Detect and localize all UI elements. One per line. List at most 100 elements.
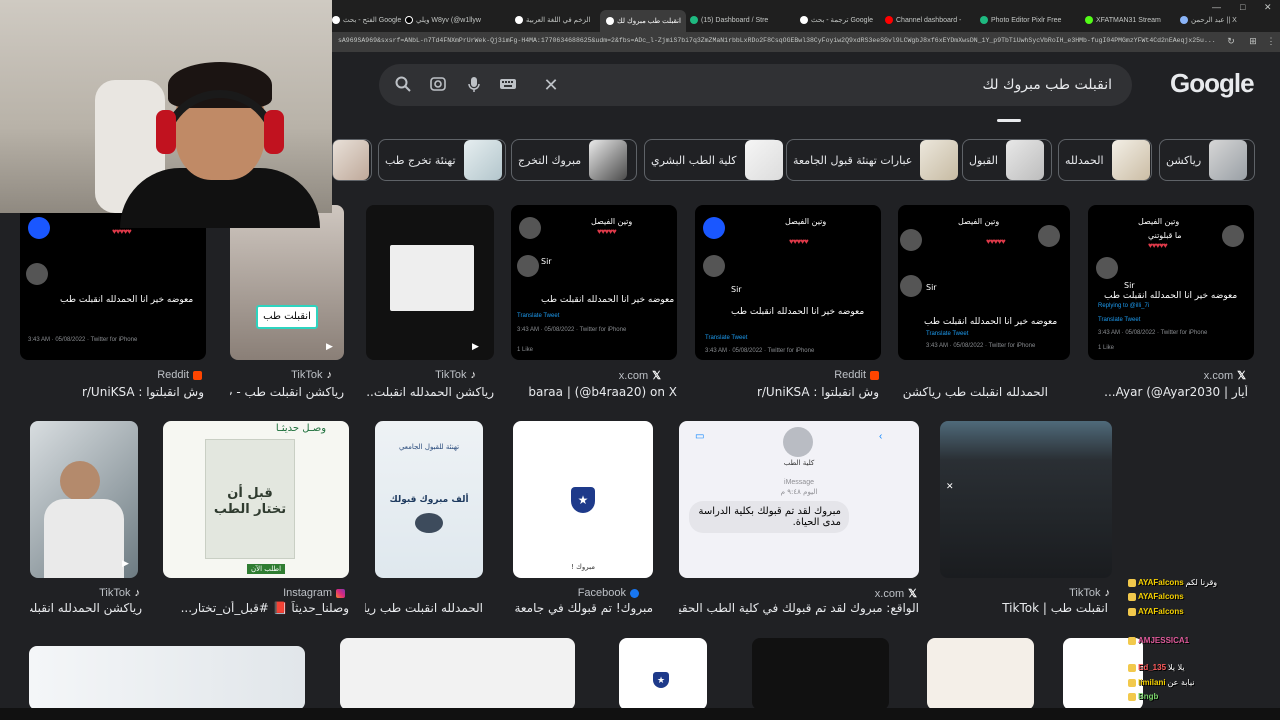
result-card[interactable]: ★ مبروك ! Facebook مبروك! تم قبولك في جا…	[513, 421, 653, 621]
result-image[interactable]	[752, 638, 889, 710]
minimize-icon[interactable]: —	[1212, 2, 1221, 12]
tweet-name: وتين الفيصل	[1138, 217, 1180, 226]
result-source: x.com 𝕏	[875, 587, 917, 601]
result-card[interactable]: وتين الفيصل ♥♥♥♥♥ Sir معوضه خير انا الحم…	[695, 205, 881, 405]
result-image[interactable]: انقبلت طب ▶	[230, 205, 344, 360]
headset-ear	[264, 110, 284, 154]
tweet-name: وتين الفيصل	[591, 217, 633, 226]
result-card[interactable]: ★	[619, 638, 707, 710]
result-card[interactable]: وتين الفيصل ♥♥♥♥♥ Sir معوضه خير انا الحم…	[898, 205, 1070, 405]
url-text[interactable]: sA969SA969&sxsrf=ANbL-n7Td4FNXmPrUrWek-Q…	[338, 37, 1218, 44]
menu-icon[interactable]: ⋮	[1266, 36, 1276, 46]
result-card[interactable]	[927, 638, 1034, 710]
avatar	[28, 217, 50, 239]
result-image[interactable]: تهنئة للقبول الجامعي ألف مبروك قبولك	[375, 421, 483, 578]
result-card[interactable]: وتين الفيصل ما قبلوتني ♥♥♥♥♥ Sir Replyin…	[1088, 205, 1254, 405]
chip-thumbnail	[1111, 140, 1150, 180]
translate-link: Translate Tweet	[1098, 317, 1141, 323]
tab-favicon-icon	[980, 16, 988, 24]
chip-more[interactable]	[332, 139, 372, 181]
tab[interactable]: الفتح - بحث Google	[332, 12, 402, 28]
close-window-icon[interactable]: ✕	[1264, 2, 1272, 13]
result-image[interactable]: ★	[619, 638, 707, 710]
result-image[interactable]	[29, 646, 305, 710]
chip-med-graduation[interactable]: تهنئة تخرج طب	[378, 139, 506, 181]
tab[interactable]: Photo Editor Pixlr Free	[980, 12, 1080, 28]
tab-label: ويلي W8yv (@w1llyw	[416, 17, 481, 24]
chat-username: Ed_135	[1138, 663, 1167, 672]
result-image[interactable]: وتين الفيصل ♥♥♥♥♥ Sir معوضه خير انا الحم…	[898, 205, 1070, 360]
tab[interactable]: XFATMAN31 Stream	[1085, 12, 1175, 28]
maximize-icon[interactable]: □	[1240, 2, 1245, 12]
avatar	[517, 255, 539, 277]
translate-link: Translate Tweet	[926, 331, 969, 337]
search-icon[interactable]	[393, 75, 413, 95]
reload-icon[interactable]: ↻	[1226, 36, 1236, 46]
result-title[interactable]: وش انقبلتوا : r/UniKSA	[80, 385, 204, 399]
result-card[interactable]	[752, 638, 889, 710]
avatar	[703, 255, 725, 277]
result-image[interactable]: ★ مبروك !	[513, 421, 653, 578]
result-image[interactable]: ▶	[30, 421, 138, 578]
tab-active[interactable]: انقبلت طب مبروك لك	[600, 10, 686, 32]
reply-text: معوضه خير انا الحمدلله انقبلت طب	[924, 317, 1058, 327]
result-title[interactable]: انقبلت طب | TikTok	[940, 601, 1108, 615]
tab[interactable]: ويلي W8yv (@w1llyw	[405, 12, 505, 28]
result-card[interactable]: ✕ TikTok ♪ انقبلت طب | TikTok	[940, 421, 1112, 621]
extensions-icon[interactable]: ⊞	[1248, 36, 1258, 46]
result-image[interactable]: وتين الفيصل ♥♥♥♥♥ Sir معوضه خير انا الحم…	[695, 205, 881, 360]
result-title[interactable]: أيار | Ayar (@Ayar2030...	[1088, 385, 1248, 399]
google-logo[interactable]: Google	[1170, 68, 1255, 99]
result-image[interactable]: وصـل حديثـا قبل أن تختار الطب اطلب الآن	[163, 421, 349, 578]
chip-acceptance[interactable]: القبول	[962, 139, 1052, 181]
chip-label: الحمدلله	[1065, 153, 1104, 167]
result-card[interactable]: وصـل حديثـا قبل أن تختار الطب اطلب الآن …	[163, 421, 349, 621]
result-image[interactable]	[340, 638, 575, 710]
book-header: وصـل حديثـا	[275, 423, 327, 434]
result-card[interactable]: تهنئة للقبول الجامعي ألف مبروك قبولك الح…	[365, 421, 483, 621]
result-card[interactable]: انقبلت طب ▶ TikTok♪ رياكشن انقبلت طب - ت…	[230, 205, 344, 405]
result-image[interactable]: ▶	[366, 205, 494, 360]
result-image[interactable]: وتين الفيصل ♥♥♥♥♥ Sir معوضه خير انا الحم…	[511, 205, 677, 360]
result-title[interactable]: الواقع: مبروك لقد تم قبولك في كلية الطب …	[679, 601, 919, 615]
result-title[interactable]: الحمدلله انقبلت طب رياكشن | ok...	[898, 385, 1048, 399]
result-image[interactable]: ✕	[940, 421, 1112, 578]
result-title[interactable]: وش انقبلتوا : r/UniKSA	[755, 385, 879, 399]
result-title[interactable]: رياكشن الحمدلله انقبلت...	[366, 385, 494, 399]
tab[interactable]: (15) Dashboard / Stre	[690, 12, 790, 28]
result-title[interactable]: رياكشن انقبلت طب - ت...	[230, 385, 344, 399]
result-title[interactable]: baraa | (@b4raa20) on X	[511, 385, 677, 399]
chat-line: Bngb	[1128, 692, 1160, 701]
chip-label: مبروك التخرج	[518, 153, 582, 167]
tab[interactable]: ترجمة - بحث Google	[800, 12, 880, 28]
result-title[interactable]: الحمدلله انقبلت طب ريا...	[365, 601, 483, 615]
tab[interactable]: الزخم في اللغة العربية	[515, 12, 595, 28]
chip-graduation[interactable]: مبروك التخرج	[511, 139, 637, 181]
result-image[interactable]: ♥♥♥♥♥ معوضه خير انا الحمدلله انقبلت طب 3…	[20, 205, 206, 360]
chip-medical-school[interactable]: كلية الطب البشري	[644, 139, 783, 181]
result-card[interactable]	[340, 638, 575, 710]
lens-camera-icon[interactable]	[428, 75, 448, 95]
chip-reaction[interactable]: رياكشن	[1159, 139, 1255, 181]
result-card[interactable]: وتين الفيصل ♥♥♥♥♥ Sir معوضه خير انا الحم…	[511, 205, 677, 405]
result-card[interactable]: ♥♥♥♥♥ معوضه خير انا الحمدلله انقبلت طب 3…	[20, 205, 206, 405]
chip-alhamdulillah[interactable]: الحمدلله	[1058, 139, 1152, 181]
search-input[interactable]	[552, 75, 1112, 95]
result-title[interactable]: مبروك! تم قبولك في جامعة ...	[513, 601, 653, 615]
result-card[interactable]: ▶ TikTok♪ رياكشن الحمدلله انقبلت...	[30, 421, 142, 621]
result-title[interactable]: وصلنا_حديثاً 📕 #قبل_أن_تختار...	[163, 601, 349, 615]
result-card[interactable]: كلية الطب ‹ ▭ iMessage اليوم ٩:٤٨ م مبرو…	[679, 421, 919, 621]
search-box[interactable]: ✕	[379, 64, 1132, 106]
chip-congrats-phrases[interactable]: عبارات تهنئة قبول الجامعة	[786, 139, 959, 181]
tab[interactable]: عبد الرحمن || X	[1180, 12, 1268, 28]
result-image[interactable]: كلية الطب ‹ ▭ iMessage اليوم ٩:٤٨ م مبرو…	[679, 421, 919, 578]
result-title[interactable]: رياكشن الحمدلله انقبلت...	[30, 601, 142, 615]
translate-link: Translate Tweet	[517, 313, 560, 319]
keyboard-icon[interactable]	[498, 75, 518, 95]
result-image[interactable]: وتين الفيصل ما قبلوتني ♥♥♥♥♥ Sir Replyin…	[1088, 205, 1254, 360]
result-card[interactable]	[29, 646, 305, 710]
result-image[interactable]	[927, 638, 1034, 710]
microphone-icon[interactable]	[464, 75, 484, 95]
result-card[interactable]: ▶ TikTok♪ رياكشن الحمدلله انقبلت...	[366, 205, 494, 405]
tab[interactable]: Channel dashboard -	[885, 12, 975, 28]
